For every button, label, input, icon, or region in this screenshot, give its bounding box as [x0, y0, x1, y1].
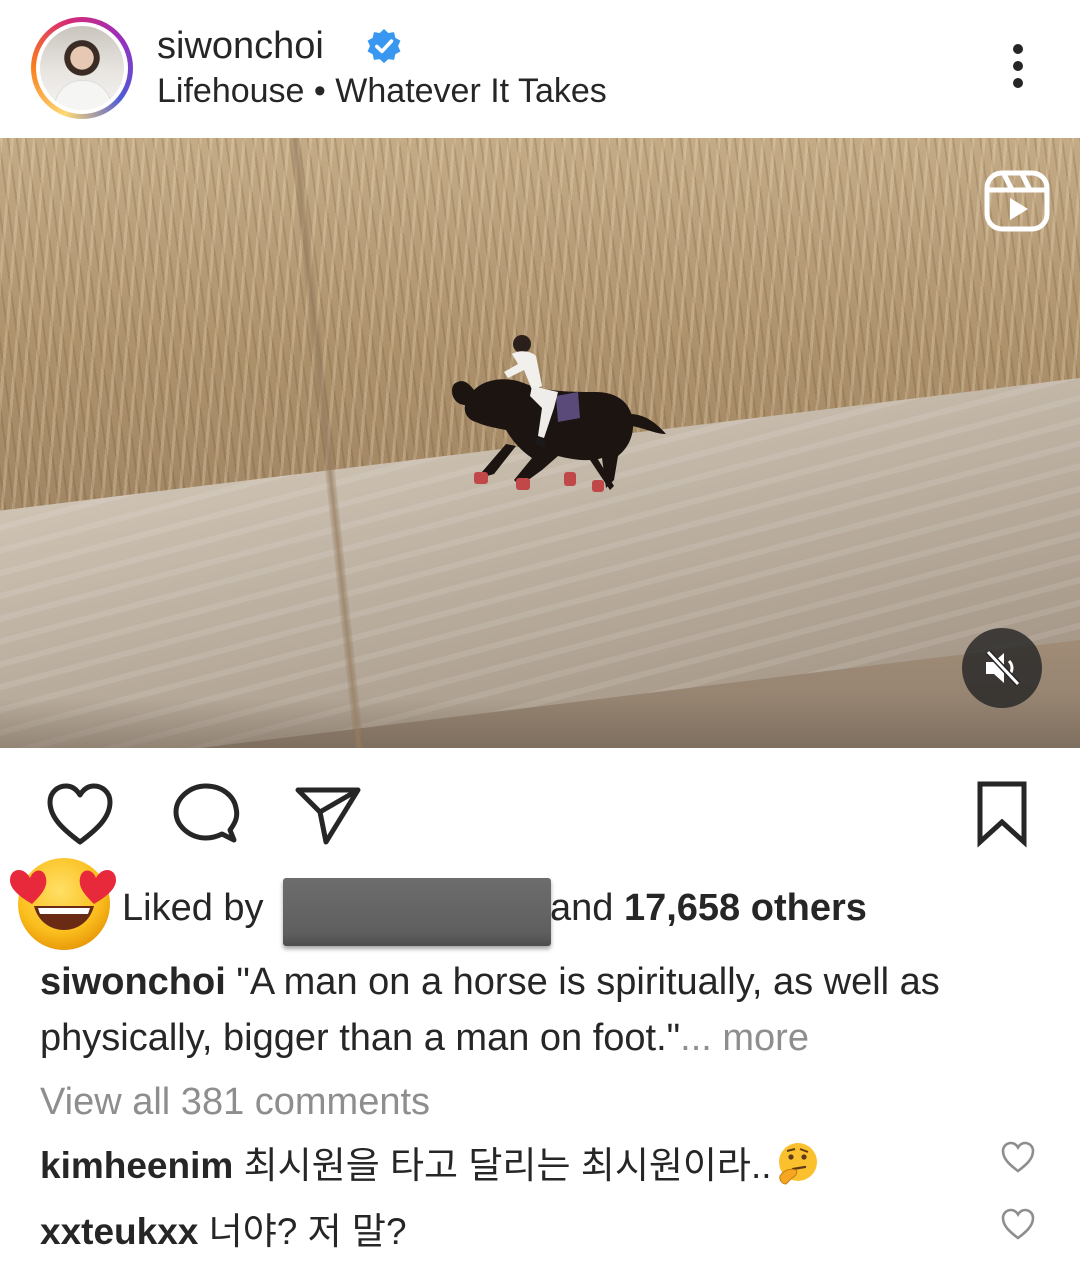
avatar-photo	[40, 26, 124, 110]
comment-like-heart-icon[interactable]	[1000, 1140, 1036, 1174]
avatar-border	[36, 22, 128, 114]
view-all-comments-link[interactable]: View all 381 comments	[40, 1078, 430, 1126]
comment-text: 최시원을 타고 달리는 최시원이라..	[243, 1145, 772, 1186]
audio-title: Whatever It Takes	[335, 72, 607, 110]
mute-toggle-button[interactable]	[962, 628, 1042, 708]
likes-connector: and	[550, 887, 614, 929]
audio-artist: Lifehouse	[157, 72, 305, 110]
audio-separator: •	[313, 72, 326, 110]
foreground-grass	[0, 698, 1080, 748]
caption-text-1: "A man on a horse is spiritually, as wel…	[236, 961, 940, 1003]
bookmark-icon	[977, 781, 1027, 848]
share-button[interactable]	[292, 780, 364, 848]
reels-icon	[984, 170, 1050, 232]
comment-text: 너야? 저 말?	[208, 1211, 407, 1252]
redacted-username	[283, 878, 551, 946]
heart-eyes-emoji-icon	[10, 858, 116, 950]
likes-count[interactable]: and 17,658 others	[550, 886, 867, 930]
comment-icon	[173, 783, 240, 843]
audio-attribution[interactable]: Lifehouse • Whatever It Takes	[157, 70, 607, 112]
comment-row: xxteukxx 너야? 저 말?	[40, 1208, 980, 1256]
horse-rider-figure	[452, 335, 666, 492]
speaker-muted-icon	[985, 649, 1021, 687]
verified-badge-icon	[367, 28, 401, 64]
liked-by-label: Liked by	[122, 887, 264, 929]
caption-text-2: physically, bigger than a man on foot."	[40, 1017, 681, 1059]
caption-username[interactable]: siwonchoi	[40, 961, 226, 1003]
comment-username[interactable]: xxteukxx	[40, 1211, 198, 1252]
post-header: siwonchoi Lifehouse • Whatever It Takes	[0, 0, 1080, 138]
caption-line-1: siwonchoi "A man on a horse is spiritual…	[40, 954, 1050, 1010]
more-options-icon[interactable]	[1000, 40, 1036, 92]
comment-button[interactable]	[170, 780, 242, 848]
post-media[interactable]	[0, 138, 1080, 748]
likes-count-text: 17,658 others	[623, 887, 867, 929]
comment-row: kimheenim 최시원을 타고 달리는 최시원이라..	[40, 1140, 980, 1190]
save-button[interactable]	[966, 780, 1038, 848]
likes-summary[interactable]: Liked by and 17,658 others	[0, 848, 1080, 956]
profile-avatar[interactable]	[31, 17, 133, 119]
share-icon	[295, 787, 361, 845]
caption-more-link[interactable]: ... more	[680, 1017, 809, 1059]
heart-icon	[47, 783, 113, 845]
caption-line-2: physically, bigger than a man on foot.".…	[40, 1010, 1050, 1066]
avatar-shirt	[54, 80, 112, 110]
post-username[interactable]: siwonchoi	[157, 24, 324, 68]
post-caption: siwonchoi "A man on a horse is spiritual…	[40, 954, 1050, 1066]
thinking-face-emoji-icon	[778, 1143, 817, 1185]
comment-like-heart-icon[interactable]	[1000, 1207, 1036, 1241]
like-button[interactable]	[44, 780, 116, 848]
comment-username[interactable]: kimheenim	[40, 1145, 233, 1186]
